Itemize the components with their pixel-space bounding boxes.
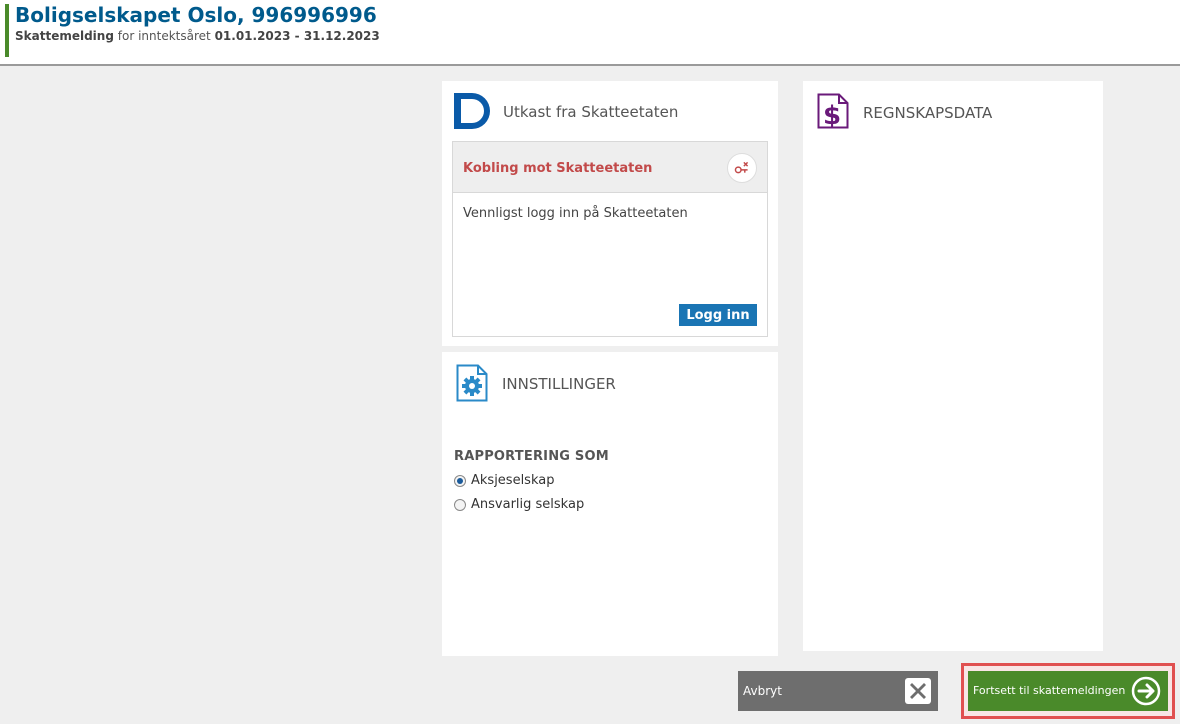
settings-document-icon [456, 364, 488, 402]
disconnect-button[interactable] [727, 153, 757, 183]
login-message: Vennligst logg inn på Skatteetaten [463, 206, 688, 221]
skatteetaten-logo-icon [454, 93, 490, 129]
utkast-panel: Utkast fra Skatteetaten Kobling mot Skat… [442, 81, 778, 346]
innstillinger-panel: INNSTILLINGER RAPPORTERING SOM Aksjesels… [442, 352, 778, 656]
kobling-header: Kobling mot Skatteetaten [453, 142, 767, 193]
form-name: Skattemelding [15, 29, 114, 43]
form-subtitle: Skattemelding for inntektsåret 01.01.202… [15, 29, 380, 43]
svg-text:$: $ [823, 101, 841, 129]
header-accent-bar [5, 4, 9, 57]
cancel-label: Avbryt [743, 684, 782, 698]
continue-label: Fortsett til skattemeldingen [973, 684, 1126, 697]
arrow-right-circle-icon [1131, 676, 1161, 706]
disconnect-icon [734, 161, 749, 174]
kobling-box: Kobling mot Skatteetaten Vennligst logg … [452, 141, 768, 337]
radio-ansvarlig-selskap[interactable]: Ansvarlig selskap [454, 497, 584, 512]
reporting-label: RAPPORTERING SOM [454, 449, 609, 464]
innstillinger-title: INNSTILLINGER [502, 375, 616, 393]
radio-aksjeselskap[interactable]: Aksjeselskap [454, 473, 554, 488]
close-icon [905, 678, 931, 704]
radio-button-aksjeselskap[interactable] [454, 474, 466, 487]
cancel-button[interactable]: Avbryt [738, 671, 938, 711]
company-title: Boligselskapet Oslo, 996996996 [15, 3, 377, 27]
login-button[interactable]: Logg inn [679, 304, 757, 326]
header: Boligselskapet Oslo, 996996996 Skattemel… [0, 0, 1180, 66]
period-range: 01.01.2023 - 31.12.2023 [214, 29, 380, 43]
radio-button-ansvarlig-selskap[interactable] [454, 498, 466, 511]
continue-button[interactable]: Fortsett til skattemeldingen [968, 671, 1168, 711]
dollar-document-icon: $ [817, 93, 849, 129]
radio-label-aksjeselskap: Aksjeselskap [471, 473, 555, 488]
radio-label-ansvarlig-selskap: Ansvarlig selskap [471, 497, 585, 512]
period-text: for inntektsåret [117, 29, 211, 43]
regnskapsdata-panel: $ REGNSKAPSDATA [803, 81, 1103, 651]
kobling-title: Kobling mot Skatteetaten [463, 161, 653, 176]
utkast-title: Utkast fra Skatteetaten [503, 103, 679, 121]
regnskapsdata-title: REGNSKAPSDATA [863, 104, 993, 122]
